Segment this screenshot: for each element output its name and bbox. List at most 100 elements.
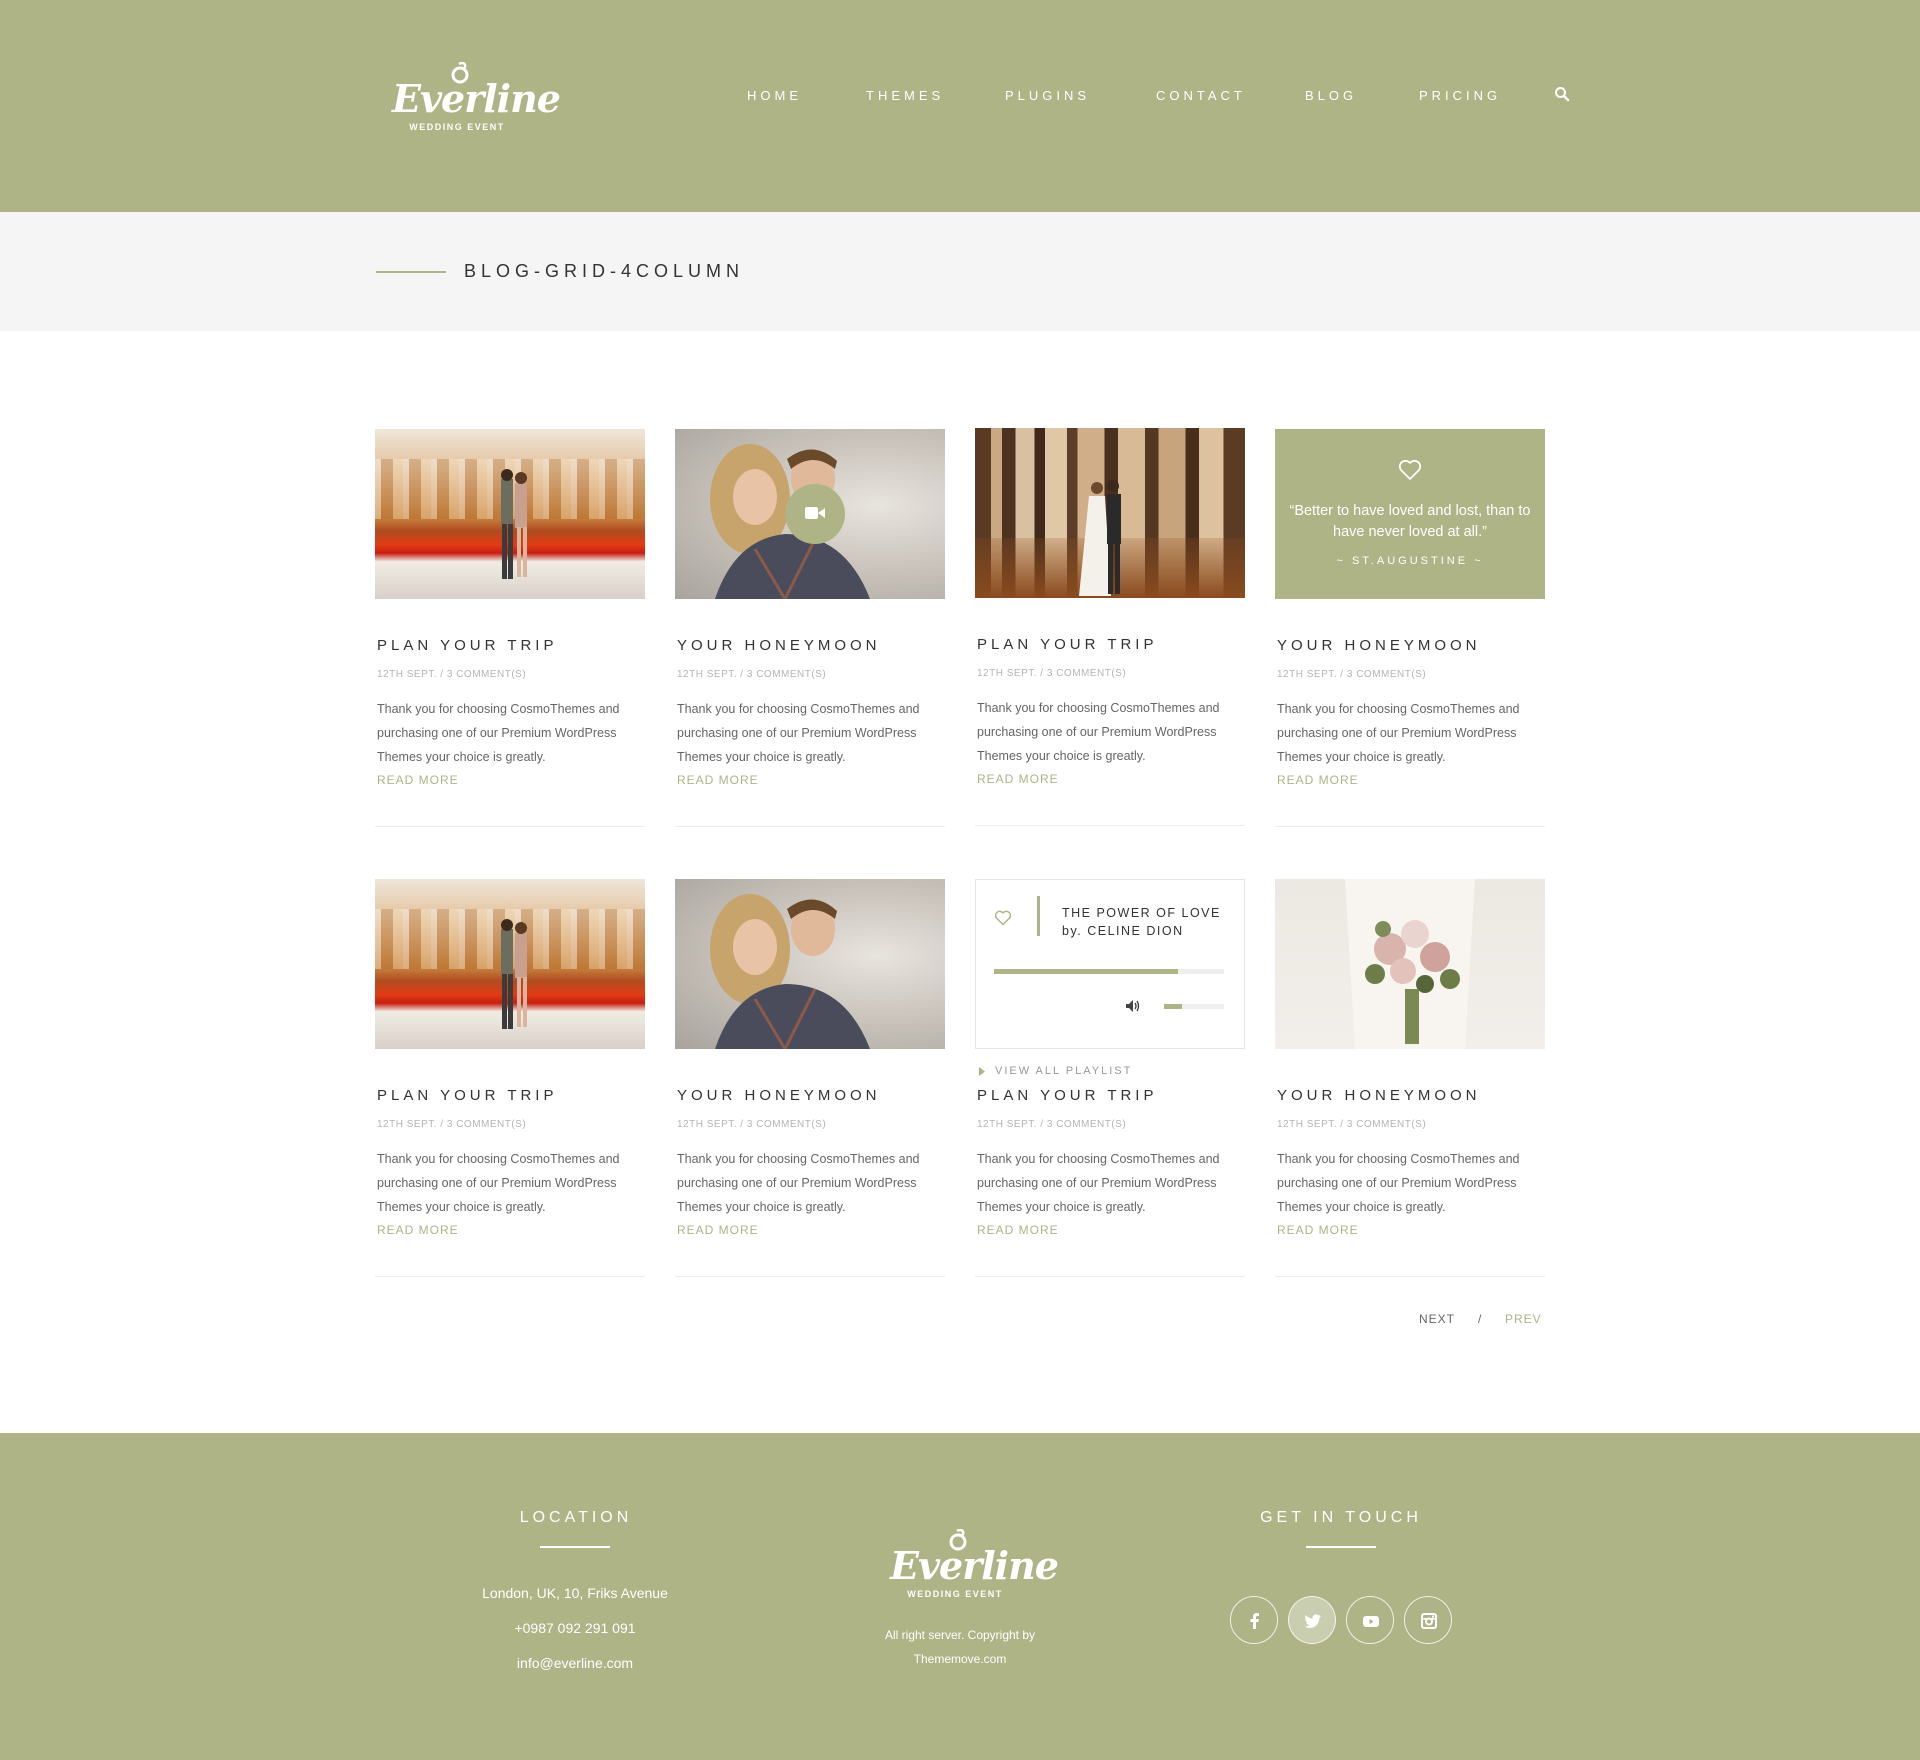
post-excerpt: Thank you for choosing CosmoThemes and p… [977,1152,1220,1214]
site-footer: LOCATION London, UK, 10, Friks Avenue +0… [0,1433,1920,1760]
read-more-link[interactable]: READ MORE [977,1223,1059,1237]
post-image-forest-couple[interactable] [975,428,1245,598]
card-divider [375,1276,645,1277]
nav-pricing[interactable]: PRICING [1419,88,1501,103]
volume-icon[interactable] [1126,1000,1140,1012]
quote-author: ~ ST.AUGUSTINE ~ [1336,555,1484,567]
post-meta: 12TH SEPT. / 3 COMMENT(S) [977,668,1127,679]
post-meta: 12TH SEPT. / 3 COMMENT(S) [377,1119,527,1130]
nav-themes[interactable]: THEMES [866,88,944,103]
post-title[interactable]: PLAN YOUR TRIP [377,637,557,654]
bouquet-illustration [1345,879,1475,1049]
read-more-link[interactable]: READ MORE [977,772,1059,786]
brand-tagline: WEDDING EVENT [409,122,505,132]
audio-player: THE POWER OF LOVE by. CELINE DION [975,879,1245,1049]
post-excerpt: Thank you for choosing CosmoThemes and p… [377,702,620,764]
footer-phone[interactable]: +0987 092 291 091 [425,1620,725,1636]
volume-slider[interactable] [1164,1004,1224,1009]
copyright-link[interactable]: Thememove.com [850,1647,1070,1671]
instagram-icon [1421,1613,1437,1629]
post-excerpt: Thank you for choosing CosmoThemes and p… [977,701,1220,763]
couple-figure [501,469,527,579]
post-video-couple[interactable] [675,429,945,599]
footer-logo[interactable]: Everline WEDDING EVENT [890,1529,1059,1609]
post-title[interactable]: PLAN YOUR TRIP [977,636,1157,653]
youtube-button[interactable] [1346,1596,1394,1644]
search-icon[interactable] [1554,86,1570,102]
copyright-text: All right server. Copyright by [884,1628,1036,1642]
audio-track-artist: by. CELINE DION [1062,924,1184,938]
read-more-link[interactable]: READ MORE [377,773,459,787]
post-quote-block[interactable]: “Better to have loved and lost, than to … [1275,429,1545,599]
quote-text: “Better to have loved and lost, than to … [1289,503,1531,540]
post-meta: 12TH SEPT. / 3 COMMENT(S) [377,669,527,680]
post-title[interactable]: YOUR HONEYMOON [677,637,881,654]
post-meta: 12TH SEPT. / 3 COMMENT(S) [1277,669,1427,680]
post-image-bouquet[interactable] [1275,879,1545,1049]
facebook-icon [1250,1613,1259,1629]
post-title[interactable]: YOUR HONEYMOON [1277,637,1481,654]
main-nav: HOME THEMES PLUGINS CONTACT BLOG PRICING [0,88,1920,108]
post-excerpt: Thank you for choosing CosmoThemes and p… [1277,1152,1520,1214]
footer-location-title: LOCATION [519,1509,633,1526]
card-divider [975,825,1245,826]
footer-brand-name: Everline [890,1543,1059,1588]
post-image-couple-train[interactable] [375,879,645,1049]
play-triangle-icon [979,1066,985,1076]
post-image-couple-train[interactable] [375,429,645,599]
footer-contact-title: GET IN TOUCH [1260,1509,1422,1526]
heart-icon[interactable] [994,910,1012,926]
card-divider [975,1276,1245,1277]
nav-blog[interactable]: BLOG [1305,88,1357,103]
view-playlist-link[interactable]: VIEW ALL PLAYLIST [979,1065,1132,1077]
post-excerpt: Thank you for choosing CosmoThemes and p… [677,702,920,764]
post-title[interactable]: YOUR HONEYMOON [677,1087,881,1104]
volume-fill [1164,1004,1182,1009]
post-title[interactable]: PLAN YOUR TRIP [977,1087,1157,1104]
instagram-button[interactable] [1404,1596,1452,1644]
post-excerpt: Thank you for choosing CosmoThemes and p… [377,1152,620,1214]
audio-track-title: THE POWER OF LOVE [1062,906,1221,920]
post-meta: 12TH SEPT. / 3 COMMENT(S) [977,1119,1127,1130]
nav-contact[interactable]: CONTACT [1156,88,1246,103]
audio-accent-line [1037,896,1040,936]
audio-track-info: THE POWER OF LOVE by. CELINE DION [1062,904,1242,940]
video-camera-icon [805,507,825,519]
read-more-link[interactable]: READ MORE [1277,1223,1359,1237]
audio-progress-fill [994,969,1178,974]
post-excerpt: Thank you for choosing CosmoThemes and p… [677,1152,920,1214]
read-more-link[interactable]: READ MORE [377,1223,459,1237]
card-divider [1275,1276,1545,1277]
video-play-button[interactable] [785,484,845,544]
card-divider [375,826,645,827]
post-meta: 12TH SEPT. / 3 COMMENT(S) [677,669,827,680]
pagination-next[interactable]: NEXT [1419,1312,1455,1326]
post-title[interactable]: YOUR HONEYMOON [1277,1087,1481,1104]
nav-plugins[interactable]: PLUGINS [1005,88,1090,103]
footer-brand-tagline: WEDDING EVENT [907,1589,1003,1599]
bride-groom-figure [1079,480,1121,596]
youtube-icon [1363,1616,1379,1627]
card-divider [675,826,945,827]
post-image-couple[interactable] [675,879,945,1049]
footer-copyright: All right server. Copyright by Thememove… [850,1623,1070,1671]
post-title[interactable]: PLAN YOUR TRIP [377,1087,557,1104]
card-divider [1275,826,1545,827]
site-header: Everline WEDDING EVENT HOME THEMES PLUGI… [0,0,1920,212]
twitter-icon [1304,1614,1321,1628]
footer-email[interactable]: info@everline.com [425,1655,725,1671]
nav-home[interactable]: HOME [747,88,802,103]
audio-progress-bar[interactable] [994,969,1224,974]
footer-address: London, UK, 10, Friks Avenue [482,1585,668,1601]
facebook-button[interactable] [1230,1596,1278,1644]
pagination-prev[interactable]: PREV [1505,1312,1542,1326]
card-divider [675,1276,945,1277]
twitter-button[interactable] [1288,1596,1336,1644]
read-more-link[interactable]: READ MORE [1277,773,1359,787]
footer-title-underline [1306,1546,1376,1548]
post-meta: 12TH SEPT. / 3 COMMENT(S) [1277,1119,1427,1130]
heart-icon [1398,459,1422,480]
footer-title-underline [540,1546,610,1548]
read-more-link[interactable]: READ MORE [677,773,759,787]
read-more-link[interactable]: READ MORE [677,1223,759,1237]
